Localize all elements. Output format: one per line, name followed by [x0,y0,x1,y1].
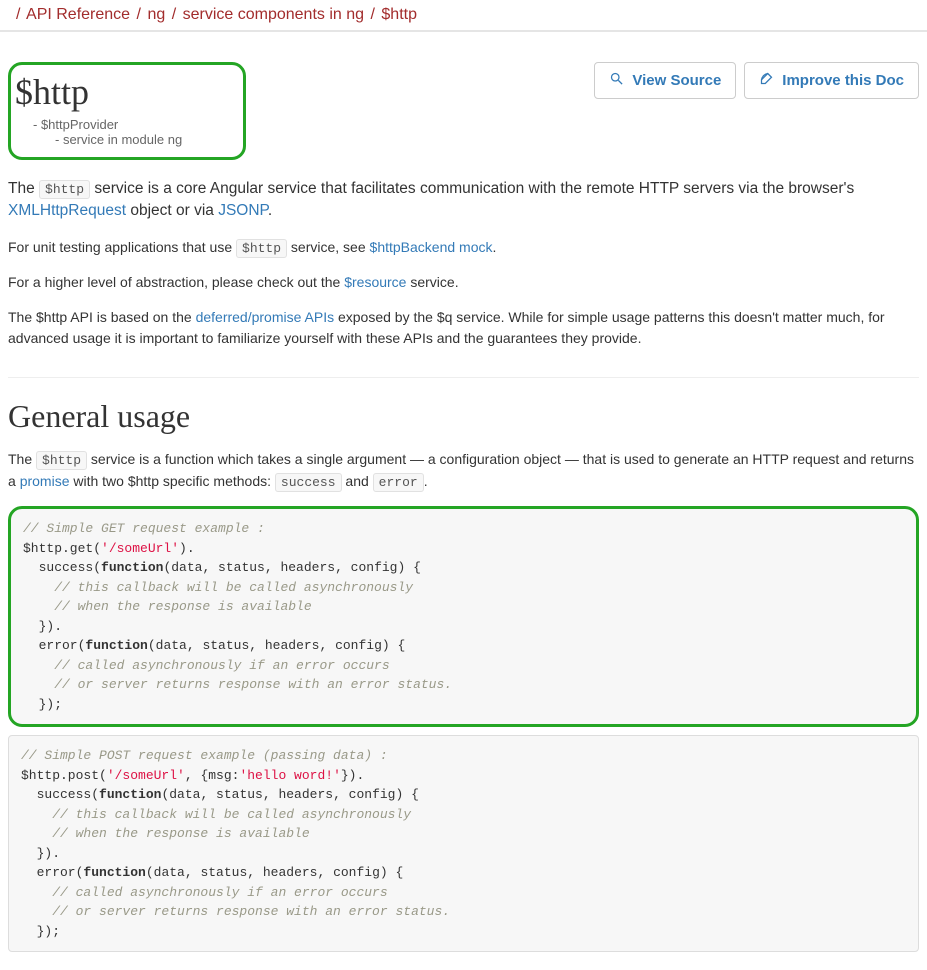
title-block: $http - $httpProvider - service in modul… [8,62,246,160]
search-icon [609,71,624,90]
inline-code: $http [236,239,287,258]
inline-code: error [373,473,424,492]
link-promise[interactable]: promise [20,473,70,489]
breadcrumb-sep: / [16,6,20,23]
code-block-get-example: // Simple GET request example : $http.ge… [8,506,919,727]
improve-doc-label: Improve this Doc [782,72,904,89]
divider [8,377,919,378]
improve-doc-button[interactable]: Improve this Doc [744,62,919,99]
intro-paragraph-1: The $http service is a core Angular serv… [8,178,919,223]
intro-paragraph-2: For unit testing applications that use $… [8,237,919,259]
link-jsonp[interactable]: JSONP [218,202,268,219]
view-source-label: View Source [632,72,721,89]
breadcrumb-ng[interactable]: ng [147,6,165,23]
code-block-post-example: // Simple POST request example (passing … [8,735,919,952]
intro-paragraph-4: The $http API is based on the deferred/p… [8,307,919,349]
breadcrumb-service-components[interactable]: service components in ng [183,6,364,23]
inline-code: $http [39,180,90,199]
page-title: $http [15,71,229,113]
view-source-button[interactable]: View Source [594,62,736,99]
title-sub-service: - service in module ng [55,132,229,147]
link-xmlhttprequest[interactable]: XMLHttpRequest [8,202,126,219]
breadcrumb: / API Reference / ng / service component… [0,0,927,32]
breadcrumb-sep: / [137,6,141,23]
link-httpbackend-mock[interactable]: $httpBackend mock [370,239,493,255]
link-deferred-promise[interactable]: deferred/promise APIs [196,309,335,325]
inline-code: $http [36,451,87,470]
breadcrumb-sep: / [370,6,374,23]
breadcrumb-sep: / [172,6,176,23]
title-sub-provider: - $httpProvider [33,117,229,132]
breadcrumb-api-reference[interactable]: API Reference [26,6,130,23]
inline-code: success [275,473,342,492]
section-heading-general-usage: General usage [8,398,919,435]
breadcrumb-http[interactable]: $http [381,6,417,23]
intro-paragraph-3: For a higher level of abstraction, pleas… [8,272,919,293]
edit-icon [759,71,774,90]
usage-paragraph: The $http service is a function which ta… [8,449,919,492]
link-resource[interactable]: $resource [344,274,406,290]
